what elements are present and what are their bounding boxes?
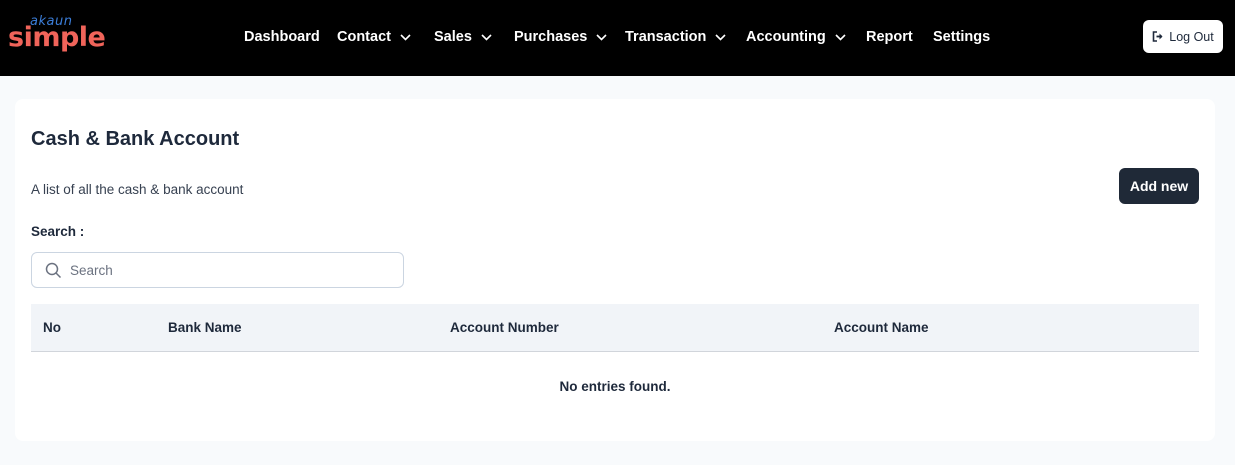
nav-accounting-label: Accounting	[746, 29, 826, 45]
nav-purchases-label: Purchases	[514, 29, 588, 45]
search-icon	[45, 262, 62, 279]
column-header-account-number[interactable]: Account Number	[450, 320, 559, 335]
nav-contact-label: Contact	[337, 29, 391, 45]
empty-table-message: No entries found.	[559, 379, 671, 394]
nav-report[interactable]: Report	[866, 27, 913, 47]
nav-sales[interactable]: Sales	[434, 27, 492, 47]
page-title: Cash & Bank Account	[31, 128, 240, 150]
column-header-bank-name[interactable]: Bank Name	[168, 320, 242, 335]
chevron-down-icon	[596, 33, 607, 41]
chevron-down-icon	[715, 33, 726, 41]
sign-out-icon	[1152, 31, 1163, 42]
main-card: Cash & Bank Account A list of all the ca…	[15, 99, 1215, 441]
nav-transaction[interactable]: Transaction	[625, 27, 726, 47]
nav-report-label: Report	[866, 29, 913, 45]
search-box	[31, 252, 404, 288]
page-description: A list of all the cash & bank account	[31, 182, 244, 197]
top-navbar: akaun simple Dashboard Contact Sales Pur…	[0, 0, 1235, 76]
nav-settings-label: Settings	[933, 29, 991, 45]
nav-dashboard-label: Dashboard	[244, 29, 320, 45]
chevron-down-icon	[400, 33, 411, 41]
nav-dashboard[interactable]: Dashboard	[244, 27, 320, 47]
logout-label: Log Out	[1169, 29, 1214, 44]
add-new-button[interactable]: Add new	[1119, 168, 1199, 204]
nav-settings[interactable]: Settings	[933, 27, 990, 47]
main-nav: Dashboard Contact Sales Purchases Transa…	[0, 0, 1235, 76]
chevron-down-icon	[835, 33, 846, 41]
logout-button[interactable]: Log Out	[1143, 20, 1223, 53]
chevron-down-icon	[481, 33, 492, 41]
nav-sales-label: Sales	[434, 29, 472, 45]
table-header: No Bank Name Account Number Account Name	[31, 304, 1199, 352]
nav-contact[interactable]: Contact	[337, 27, 411, 47]
nav-transaction-label: Transaction	[625, 29, 707, 45]
nav-accounting[interactable]: Accounting	[746, 27, 846, 47]
search-label: Search :	[31, 224, 85, 239]
search-input[interactable]	[70, 254, 390, 286]
column-header-account-name[interactable]: Account Name	[834, 320, 929, 335]
column-header-no[interactable]: No	[43, 320, 61, 335]
nav-purchases[interactable]: Purchases	[514, 27, 607, 47]
